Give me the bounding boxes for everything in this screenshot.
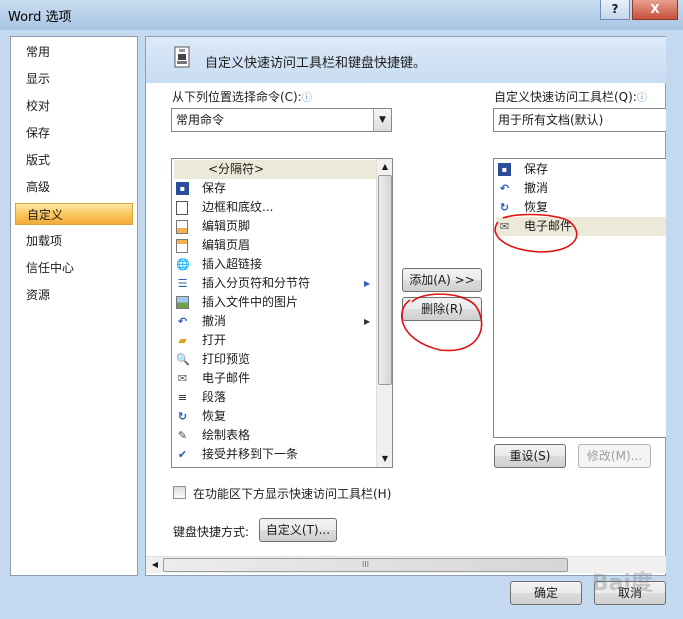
watermark-logo: Bai度 <box>591 571 653 596</box>
annotation-circle-email <box>494 213 578 253</box>
red-annotation-layer <box>401 213 578 352</box>
annotation-circle-remove <box>401 293 483 352</box>
